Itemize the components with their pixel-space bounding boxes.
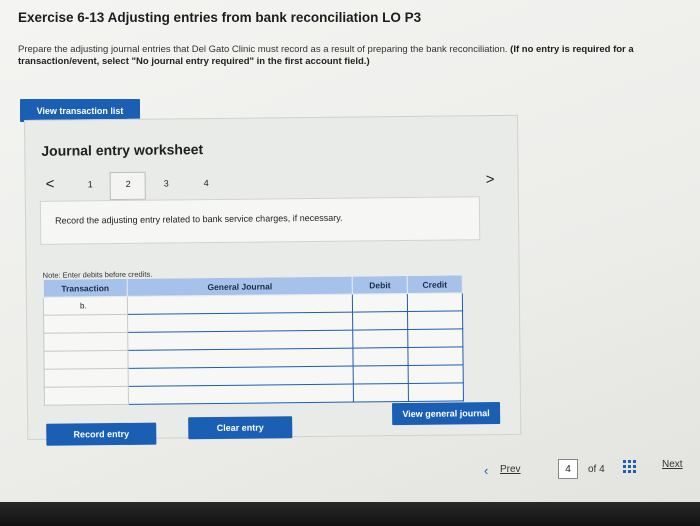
pager-page-2[interactable]: 2 [126,179,131,189]
worksheet-title: Journal entry worksheet [41,141,204,159]
pager-page-1[interactable]: 1 [88,179,93,189]
pager-page-3[interactable]: 3 [164,178,169,188]
debit-input[interactable] [353,347,409,367]
transaction-cell [44,368,129,388]
credit-input[interactable] [407,346,464,366]
prev-link[interactable]: Prev [500,464,521,475]
bottom-navigation: ‹ Prev 4 of 4 Next [0,455,700,495]
credit-input[interactable] [408,382,464,402]
transaction-cell [44,386,129,406]
transaction-cell [43,332,128,352]
debit-input[interactable] [353,365,409,385]
col-transaction: Transaction [43,278,128,298]
page-title: Exercise 6-13 Adjusting entries from ban… [18,10,422,25]
transaction-cell [43,350,128,370]
transaction-cell: b. [43,296,128,316]
chevron-left-icon[interactable]: ‹ [484,463,488,478]
general-journal-input[interactable] [127,348,354,369]
worksheet-pager: < 1 2 3 4 > [40,168,510,201]
pager-next-arrow[interactable]: > [486,171,495,188]
debit-input[interactable] [352,329,408,349]
next-link[interactable]: Next [662,459,683,470]
clear-entry-button[interactable]: Clear entry [188,416,293,440]
debit-input[interactable] [353,383,409,403]
credit-input[interactable] [407,292,463,312]
col-general-journal: General Journal [127,276,353,297]
credit-input[interactable] [407,310,463,330]
transaction-cell [43,314,128,334]
general-journal-input[interactable] [127,294,353,315]
journal-entry-worksheet: Journal entry worksheet < 1 2 3 4 > Reco… [24,114,522,446]
worksheet-instruction: Record the adjusting entry related to ba… [39,196,481,245]
credit-input[interactable] [408,364,464,384]
pager-prev-arrow[interactable]: < [46,176,55,193]
screen-bezel [0,502,700,526]
pager-page-4[interactable]: 4 [204,178,209,188]
debit-input[interactable] [352,293,408,313]
instructions-text: Prepare the adjusting journal entries th… [18,44,508,55]
grid-icon[interactable] [623,460,636,473]
record-entry-button[interactable]: Record entry [46,422,157,446]
general-journal-input[interactable] [127,312,353,333]
debit-input[interactable] [352,311,408,331]
journal-entry-table: Transaction General Journal Debit Credit… [43,274,464,406]
general-journal-input[interactable] [127,366,354,387]
credit-input[interactable] [407,328,463,348]
table-row [44,382,464,406]
col-credit: Credit [407,274,463,294]
current-page-box[interactable]: 4 [558,459,578,479]
instructions: Prepare the adjusting journal entries th… [18,44,678,68]
general-journal-input[interactable] [127,330,354,351]
page-count: of 4 [588,464,605,475]
general-journal-input[interactable] [128,384,354,405]
col-debit: Debit [352,275,408,295]
view-general-journal-button[interactable]: View general journal [391,402,501,426]
